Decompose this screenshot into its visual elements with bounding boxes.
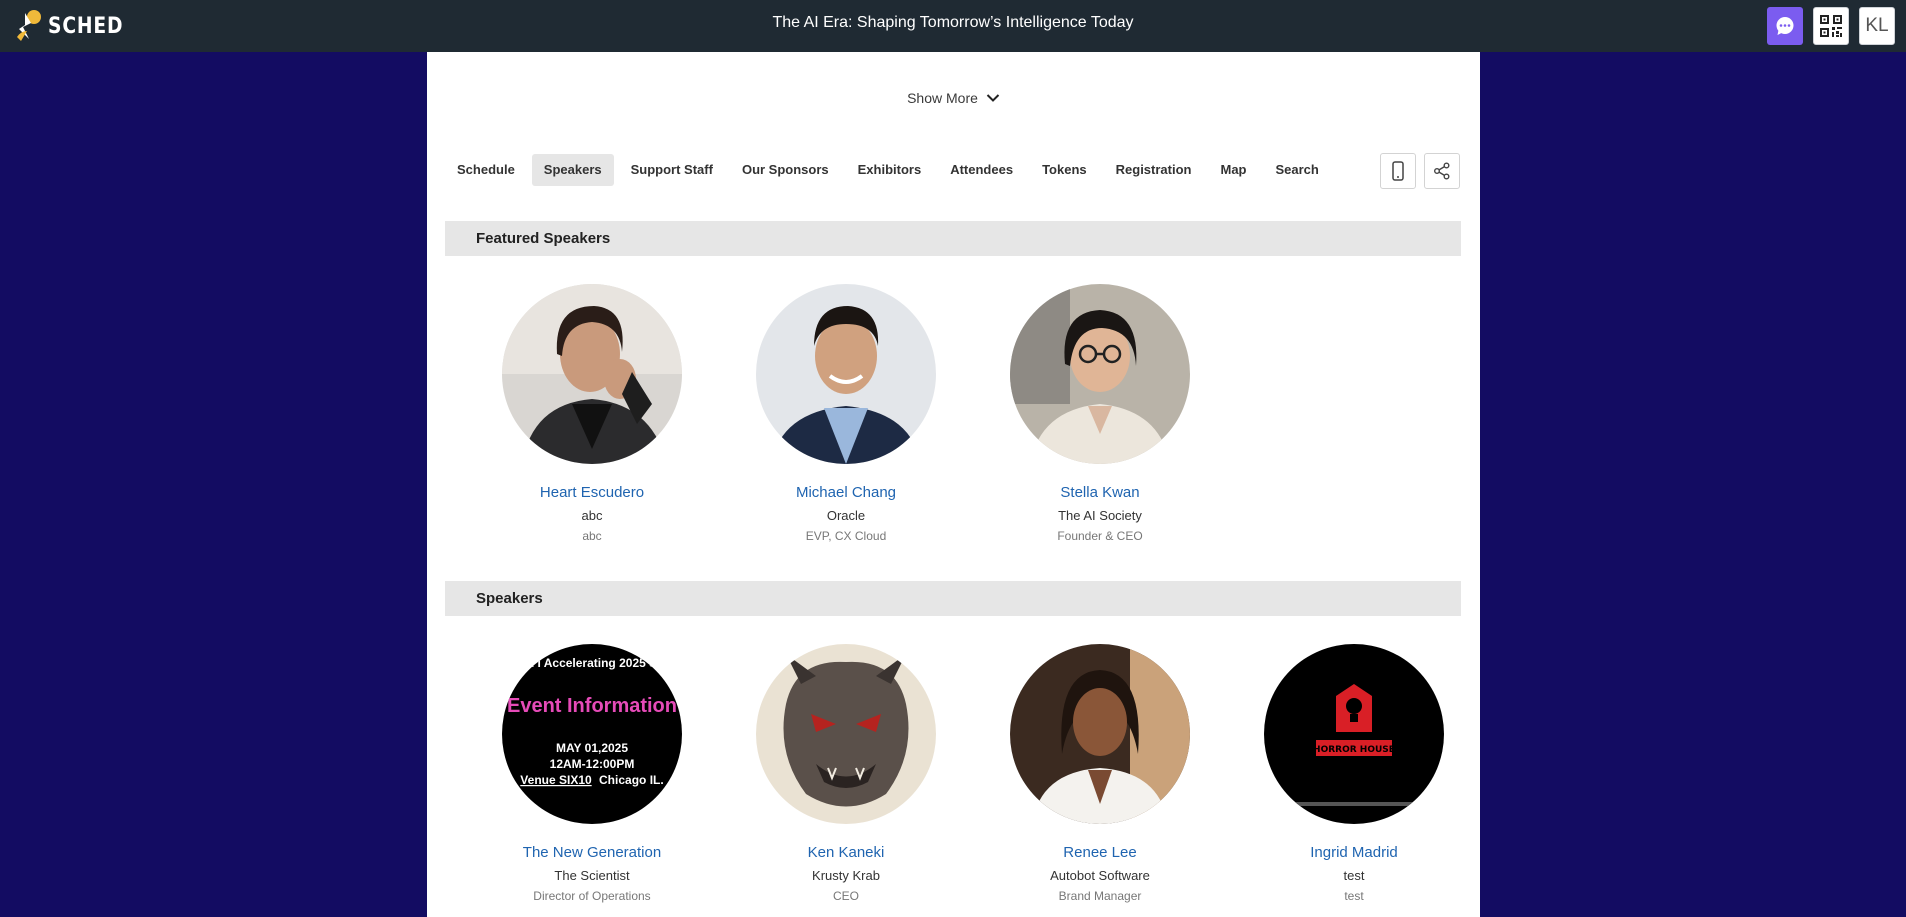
speaker-company: The Scientist [554,868,630,883]
speaker-photo[interactable] [1010,284,1190,464]
poster-top-text: n I Accelerating 2025 S [527,656,657,670]
tab-exhibitors[interactable]: Exhibitors [846,154,934,186]
poster-date: MAY 01,2025 [556,741,628,755]
show-more-button[interactable]: Show More [427,90,1480,106]
tab-registration[interactable]: Registration [1104,154,1204,186]
speaker-name[interactable]: Heart Escudero [465,484,719,501]
speaker-name[interactable]: Ingrid Madrid [1227,844,1480,861]
qr-code-icon [1820,15,1842,37]
speaker-card[interactable]: Ken Kaneki Krusty Krab CEO [719,644,973,903]
chat-bubble-icon [1776,17,1794,35]
speaker-company: test [1343,868,1365,883]
speaker-card[interactable]: HORROR HOUSE Ingrid Madrid test test [1227,644,1480,903]
speaker-card[interactable]: Renee Lee Autobot Software Brand Manager [973,644,1227,903]
speaker-company: Autobot Software [1050,868,1150,883]
speaker-role: Founder & CEO [1057,529,1143,543]
speaker-photo[interactable]: HORROR HOUSE [1264,644,1444,824]
mobile-app-button[interactable] [1380,153,1416,189]
speaker-card[interactable]: n I Accelerating 2025 S Event Informatio… [465,644,719,903]
share-icon [1434,162,1450,180]
show-more-label: Show More [907,90,978,106]
poster-headline: Event Information [507,695,677,717]
speaker-card[interactable]: Michael Chang Oracle EVP, CX Cloud [719,284,973,543]
speaker-role: test [1344,889,1364,903]
speaker-photo[interactable] [1010,644,1190,824]
tab-nav: Schedule Speakers Support Staff Our Spon… [445,154,1336,186]
speaker-photo[interactable] [756,284,936,464]
speaker-card[interactable]: Heart Escudero abc abc [465,284,719,543]
top-bar: SCHED The AI Era: Shaping Tomorrow’s Int… [0,0,1906,52]
tab-tokens[interactable]: Tokens [1030,154,1099,186]
speaker-name[interactable]: Ken Kaneki [719,844,973,861]
speaker-role: Director of Operations [533,889,651,903]
speaker-company: Oracle [826,508,866,523]
speaker-name[interactable]: The New Generation [465,844,719,861]
chevron-down-icon [986,94,1000,102]
svg-text:Venue SIX10 Chicago IL: Venue SIX10 Chicago IL. [520,773,663,787]
speakers-heading: Speakers [445,581,1461,616]
featured-speakers-heading: Featured Speakers [445,221,1461,256]
user-avatar-button[interactable]: KL [1859,7,1895,45]
poster-brand: HORROR HOUSE [1313,745,1395,755]
speaker-role: Brand Manager [1058,889,1142,903]
mobile-phone-icon [1392,161,1404,181]
share-button[interactable] [1424,153,1460,189]
speaker-photo[interactable]: n I Accelerating 2025 S Event Informatio… [502,644,682,824]
tab-our-sponsors[interactable]: Our Sponsors [730,154,841,186]
poster-venue: Venue SIX10 [520,773,592,787]
main-panel: Show More Schedule Speakers Support Staf… [427,52,1480,917]
qr-code-button[interactable] [1813,7,1849,45]
speaker-photo[interactable] [502,284,682,464]
poster-time: 12AM-12:00PM [550,757,635,771]
tab-map[interactable]: Map [1208,154,1258,186]
tab-attendees[interactable]: Attendees [938,154,1025,186]
speaker-company: The AI Society [1058,508,1142,523]
poster-city: Chicago IL. [599,773,664,787]
speaker-card[interactable]: Stella Kwan The AI Society Founder & CEO [973,284,1227,543]
speaker-company: Krusty Krab [812,868,880,883]
chat-button[interactable] [1767,7,1803,45]
speaker-role: abc [582,529,602,543]
speaker-role: EVP, CX Cloud [805,529,887,543]
speaker-company: abc [581,508,603,523]
tab-support-staff[interactable]: Support Staff [619,154,725,186]
speaker-name[interactable]: Stella Kwan [973,484,1227,501]
tab-schedule[interactable]: Schedule [445,154,527,186]
speaker-name[interactable]: Renee Lee [973,844,1227,861]
speaker-photo[interactable] [756,644,936,824]
tab-search[interactable]: Search [1263,154,1330,186]
speaker-name[interactable]: Michael Chang [719,484,973,501]
event-title[interactable]: The AI Era: Shaping Tomorrow’s Intellige… [0,14,1906,32]
user-initials: KL [1865,15,1889,36]
tab-speakers[interactable]: Speakers [531,154,614,186]
speaker-role: CEO [832,889,859,903]
